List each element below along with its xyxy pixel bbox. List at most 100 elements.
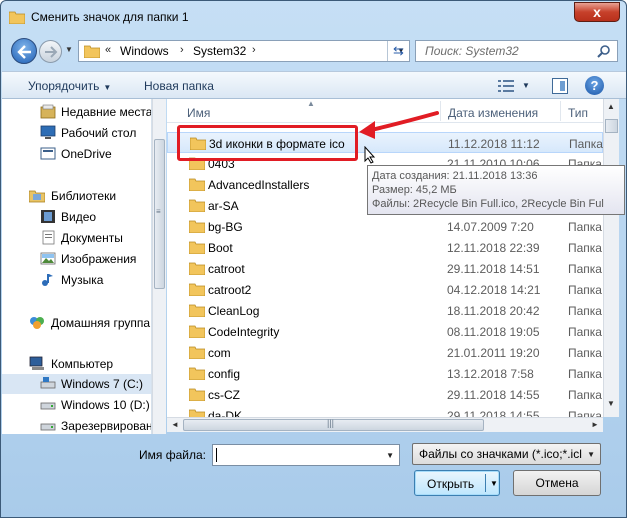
file-name: ar-SA [208,199,239,213]
column-name[interactable]: Имя [187,106,210,120]
nav-item-reserved[interactable]: Зарезервирован [2,416,151,434]
file-row[interactable]: config 13.12.2018 7:58 Папка [167,363,603,384]
navigation-scrollbar[interactable]: ≡ [152,99,166,434]
search-icon [597,45,610,58]
view-options-icon[interactable] [498,79,514,93]
address-segment-system32[interactable]: System32 [193,44,246,58]
help-icon[interactable]: ? [585,76,604,95]
file-row[interactable]: CleanLog 18.11.2018 20:42 Папка [167,300,603,321]
address-separator[interactable]: › [180,44,184,56]
nav-item-label: Рабочий стол [61,126,137,140]
file-row[interactable]: Boot 12.11.2018 22:39 Папка [167,237,603,258]
nav-item-drive-d[interactable]: Windows 10 (D:) [2,395,151,415]
folder-icon [189,220,205,233]
search-input[interactable]: Поиск: System32 [415,40,618,62]
scroll-up-icon[interactable]: ▲ [607,102,615,111]
organize-button[interactable]: Упорядочить ▼ [28,79,111,93]
close-button[interactable]: x [574,2,620,22]
nav-item-label: Домашняя группа [51,316,151,330]
new-folder-button[interactable]: Новая папка [144,79,214,93]
nav-item-recent-places[interactable]: Недавние места [2,102,151,122]
address-bar[interactable]: « Windows › System32 › ▼ [78,40,410,62]
file-row[interactable]: com 21.01.2011 19:20 Папка [167,342,603,363]
folder-icon [189,199,205,212]
scroll-left-icon[interactable]: ◄ [171,420,179,429]
file-type-select[interactable]: Файлы со значками (*.ico;*.icl ▼ [412,443,601,465]
file-type: Папка [568,283,602,297]
organize-label: Упорядочить [28,79,100,93]
drive-icon [40,402,56,410]
file-type: Папка [568,241,602,255]
file-list-scrollbar[interactable]: ▲ ▼ [603,99,619,417]
file-type: Папка [568,220,602,234]
nav-item-libraries[interactable]: Библиотеки [2,186,151,206]
view-dropdown-icon[interactable]: ▼ [522,81,530,90]
video-icon [41,210,55,223]
file-row[interactable]: catroot2 04.12.2018 14:21 Папка [167,279,603,300]
file-type: Папка [568,304,602,318]
nav-item-desktop[interactable]: Рабочий стол [2,123,151,143]
file-type: Папка [569,137,603,151]
forward-button[interactable] [39,40,62,63]
column-date[interactable]: Дата изменения [448,106,538,120]
homegroup-icon [30,317,44,329]
nav-item-music[interactable]: Музыка [2,270,151,290]
address-separator[interactable]: › [252,44,256,56]
folder-icon [189,283,205,296]
column-divider[interactable] [560,101,561,121]
tooltip-size: Размер: 45,2 МБ [372,184,457,196]
nav-item-documents[interactable]: Документы [2,228,151,248]
file-name: bg-BG [208,220,243,234]
scroll-right-icon[interactable]: ► [591,420,599,429]
file-type: Папка [568,262,602,276]
refresh-button[interactable]: ⇆ [387,41,409,61]
filename-label: Имя файла: [139,448,206,462]
folder-icon [9,11,25,24]
chevron-down-icon[interactable]: ▼ [386,451,394,460]
desktop-icon [40,125,56,139]
address-overflow[interactable]: « [105,44,111,56]
title-bar: Сменить значок для папки 1 x [1,1,626,33]
column-type[interactable]: Тип [568,106,588,120]
refresh-icon: ⇆ [393,43,404,58]
scroll-down-icon[interactable]: ▼ [607,399,615,408]
file-date: 29.11.2018 14:55 [447,409,540,417]
nav-item-onedrive[interactable]: OneDrive [2,144,151,164]
file-row[interactable]: da-DK 29.11.2018 14:55 Папка [167,405,603,417]
horizontal-scrollbar[interactable]: ◄ ||| ► [167,417,603,432]
nav-item-computer[interactable]: Компьютер [2,354,151,374]
nav-item-video[interactable]: Видео [2,207,151,227]
mouse-cursor-icon [364,146,376,164]
file-name: config [208,367,241,381]
file-row[interactable]: CodeIntegrity 08.11.2018 19:05 Папка [167,321,603,342]
open-button[interactable]: Открыть ▼ [414,470,500,496]
nav-item-label: Компьютер [51,357,114,371]
recent-locations-dropdown[interactable]: ▼ [65,45,73,54]
file-row[interactable]: cs-CZ 29.11.2018 14:55 Папка [167,384,603,405]
file-date: 11.12.2018 11:12 [448,137,540,151]
file-type: Папка [568,388,602,402]
folder-icon [84,45,100,58]
nav-item-homegroup[interactable]: Домашняя группа [2,313,151,333]
nav-item-drive-c[interactable]: Windows 7 (C:) [2,374,151,394]
preview-pane-icon[interactable] [552,78,568,94]
cancel-button[interactable]: Отмена [513,470,601,496]
recent-places-icon [40,104,56,119]
documents-icon [42,230,55,245]
filename-input[interactable]: ▼ [212,444,400,466]
file-row[interactable]: bg-BG 14.07.2009 7:20 Папка [167,216,603,237]
search-placeholder: Поиск: System32 [425,44,519,58]
file-row[interactable]: catroot 29.11.2018 14:51 Папка [167,258,603,279]
window-title: Сменить значок для папки 1 [31,10,189,24]
nav-item-label: Видео [61,210,97,224]
address-segment-windows[interactable]: Windows [120,44,169,58]
open-options-dropdown[interactable]: ▼ [490,479,498,488]
arrow-right-icon [45,46,58,58]
grip-icon: ≡ [156,207,161,216]
scrollbar-thumb[interactable] [605,119,618,133]
grip-icon: ||| [327,418,335,428]
file-name: catroot2 [208,283,252,297]
folder-icon [189,367,205,380]
nav-item-pictures[interactable]: Изображения [2,249,151,269]
back-button[interactable] [11,38,37,64]
